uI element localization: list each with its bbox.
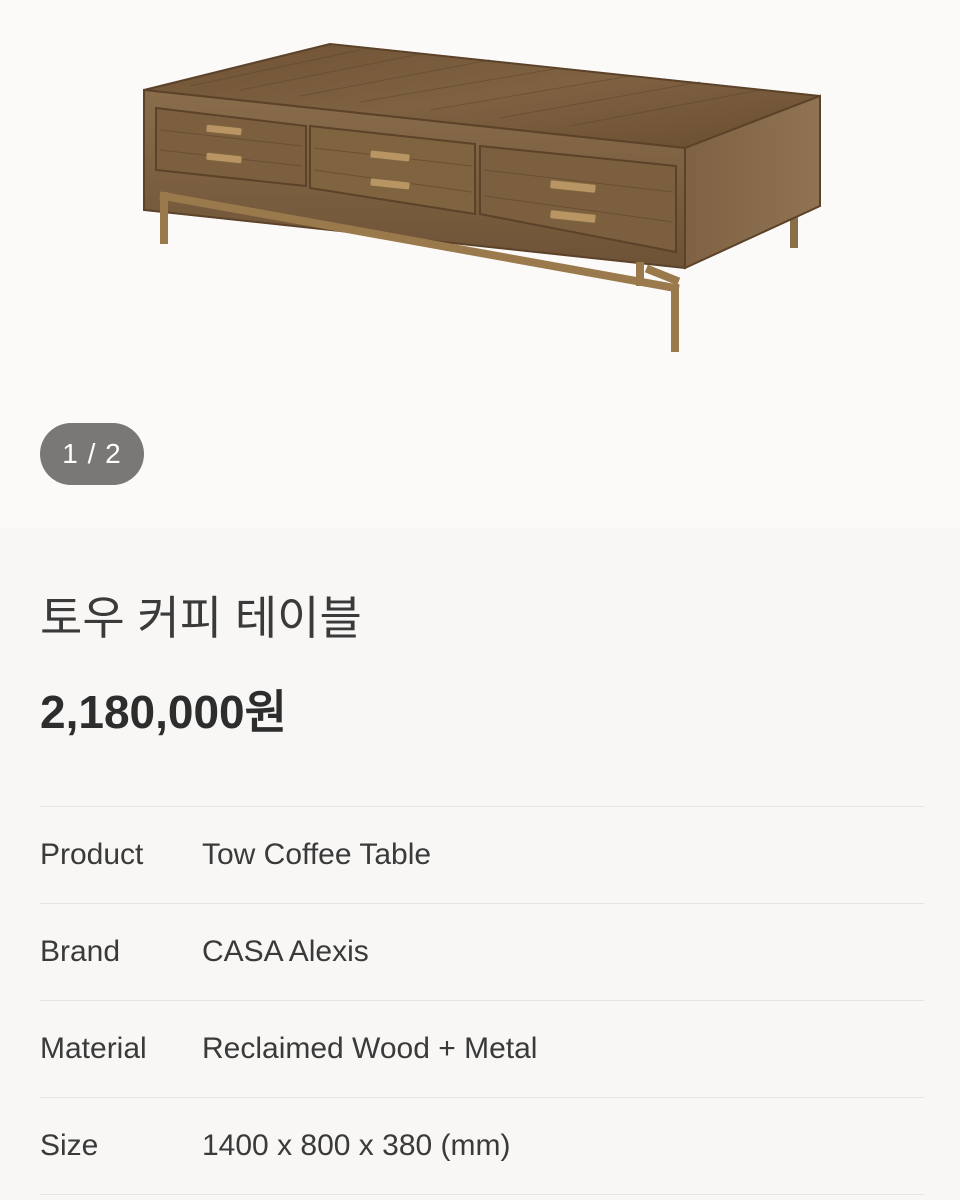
product-gallery[interactable]: 1 / 2 bbox=[0, 0, 960, 528]
spec-row-size: Size 1400 x 800 x 380 (mm) bbox=[40, 1097, 924, 1195]
product-info: 토우 커피 테이블 2,180,000원 Product Tow Coffee … bbox=[0, 528, 960, 1200]
image-page-counter: 1 / 2 bbox=[40, 423, 144, 485]
spec-value: 1400 x 800 x 380 (mm) bbox=[202, 1129, 511, 1162]
product-price: 2,180,000원 bbox=[40, 686, 287, 738]
spec-value: Reclaimed Wood + Metal bbox=[202, 1032, 538, 1065]
product-image[interactable] bbox=[130, 30, 840, 360]
spec-key: Product bbox=[40, 838, 144, 871]
product-title: 토우 커피 테이블 bbox=[40, 592, 362, 644]
spec-row-material: Material Reclaimed Wood + Metal bbox=[40, 1000, 924, 1097]
spec-table: Product Tow Coffee Table Brand CASA Alex… bbox=[40, 806, 924, 1195]
spec-value: Tow Coffee Table bbox=[202, 838, 432, 871]
spec-value: CASA Alexis bbox=[202, 935, 369, 968]
spec-key: Brand bbox=[40, 935, 121, 968]
spec-key: Material bbox=[40, 1032, 147, 1065]
spec-key: Size bbox=[40, 1129, 99, 1162]
spec-row-brand: Brand CASA Alexis bbox=[40, 903, 924, 1000]
spec-row-product: Product Tow Coffee Table bbox=[40, 806, 924, 903]
